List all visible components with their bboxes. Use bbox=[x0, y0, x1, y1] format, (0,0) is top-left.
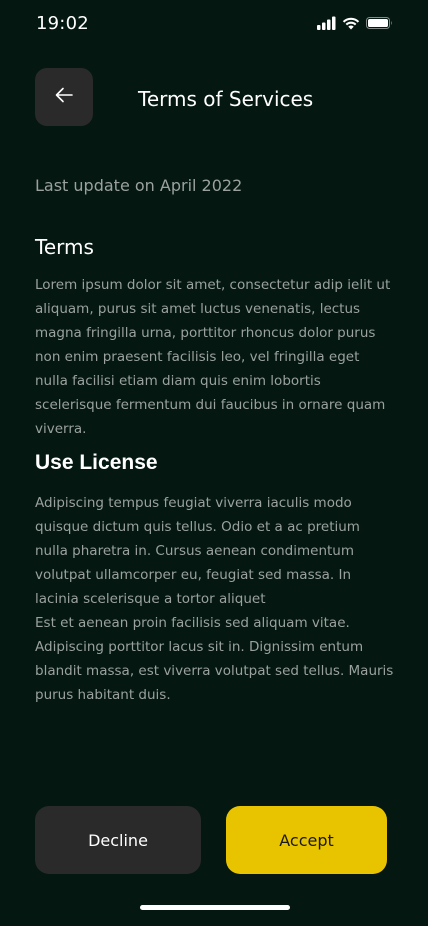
status-icons bbox=[317, 15, 393, 31]
page-title: Terms of Services bbox=[138, 87, 314, 111]
section-title-terms: Terms bbox=[35, 235, 94, 259]
decline-button[interactable]: Decline bbox=[35, 806, 201, 874]
wifi-icon bbox=[342, 15, 360, 31]
signal-icon bbox=[317, 15, 336, 31]
home-indicator bbox=[140, 905, 290, 910]
battery-icon bbox=[366, 15, 393, 31]
accept-button[interactable]: Accept bbox=[226, 806, 387, 874]
section-title-use-license: Use License bbox=[35, 451, 158, 474]
back-button[interactable] bbox=[35, 68, 93, 126]
section-body-use-license: Adipiscing tempus feugiat viverra iaculi… bbox=[35, 495, 394, 703]
arrow-left-icon bbox=[53, 84, 75, 110]
section-body-terms: Lorem ipsum dolor sit amet, consectetur … bbox=[35, 277, 391, 437]
status-time: 19:02 bbox=[36, 13, 89, 34]
last-update-text: Last update on April 2022 bbox=[35, 176, 243, 195]
